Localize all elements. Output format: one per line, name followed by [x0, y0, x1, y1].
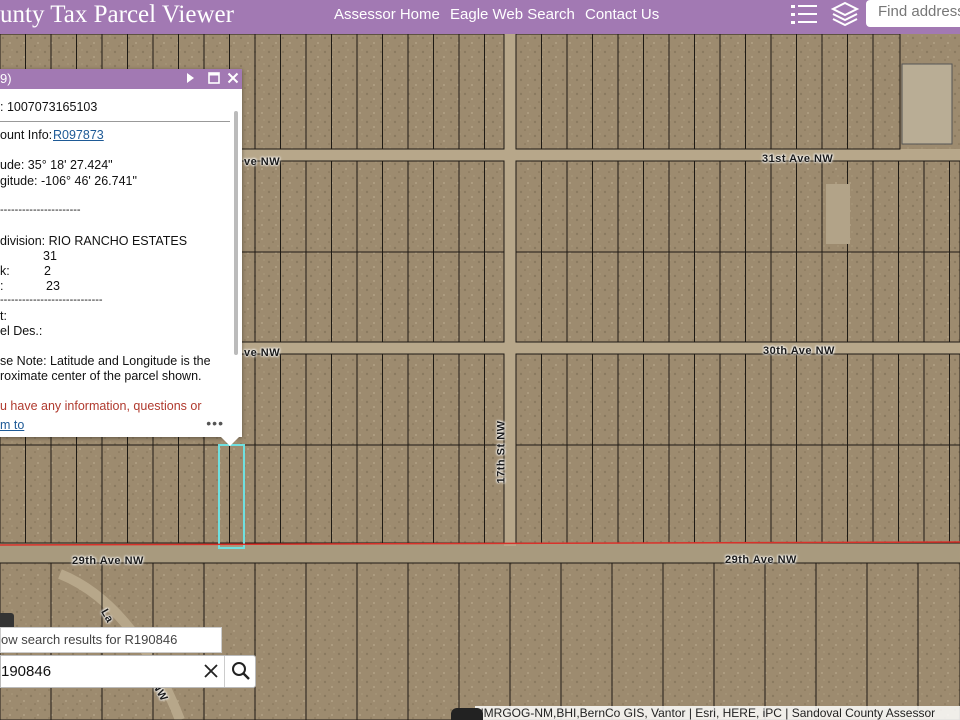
popup-body: : 1007073165103 ount Info: R097873 ude: …: [0, 89, 238, 437]
lot-label: :: [0, 279, 4, 293]
parcel-description-label: el Des.:: [0, 324, 43, 338]
next-icon[interactable]: [182, 70, 198, 86]
more-options-icon[interactable]: •••: [206, 415, 224, 431]
divider-text-1: ----------------------: [0, 204, 81, 216]
popup-scrollbar[interactable]: [234, 111, 238, 355]
close-icon[interactable]: [225, 70, 241, 86]
map-tool-button[interactable]: [0, 613, 14, 627]
popup-header: 9): [0, 69, 242, 89]
parcel-popup: 9) : 1007073165103 ount Info: R097873 ud…: [0, 69, 242, 437]
map-attribution: NMRGOG-NM,BHI,BernCo GIS, Vantor | Esri,…: [475, 706, 960, 720]
info-line: u have any information, questions or: [0, 399, 202, 413]
road-label-30th-left: ve NW: [244, 347, 281, 359]
block-value: 2: [44, 264, 51, 278]
road-label-31st: 31st Ave NW: [762, 153, 834, 165]
block-label: k:: [0, 264, 10, 278]
nav-contact-us[interactable]: Contact Us: [585, 6, 659, 23]
popup-title: 9): [0, 71, 12, 86]
road-label-29th-left: 29th Ave NW: [72, 555, 144, 567]
search-input[interactable]: 190846: [1, 663, 51, 680]
account-link[interactable]: R097873: [53, 128, 104, 142]
search-icon[interactable]: [224, 656, 257, 687]
note-line-2: roximate center of the parcel shown.: [0, 369, 202, 383]
popup-pointer: [220, 436, 240, 446]
building-lot: [901, 63, 953, 145]
list-icon[interactable]: [789, 0, 819, 30]
layers-icon[interactable]: [830, 0, 860, 30]
contact-link[interactable]: m to: [0, 418, 24, 432]
road-label-29th-right: 29th Ave NW: [725, 554, 797, 566]
clear-icon[interactable]: [199, 659, 223, 683]
app-title: unty Tax Parcel Viewer: [0, 1, 234, 28]
unit-value: 31: [43, 249, 57, 263]
road-label-17th: 17th St NW: [495, 420, 508, 484]
lot-value: 23: [46, 279, 60, 293]
nav-assessor-home[interactable]: Assessor Home: [334, 6, 440, 23]
road-label-30th: 30th Ave NW: [763, 345, 835, 357]
subdivision: division: RIO RANCHO ESTATES: [0, 234, 188, 248]
latitude: ude: 35° 18' 27.424": [0, 158, 113, 172]
road-29th: [0, 543, 960, 563]
divider-text-2: ----------------------------: [0, 294, 103, 306]
search-results-hint[interactable]: ow search results for R190846: [0, 627, 222, 653]
note-line-1: se Note: Latitude and Longitude is the: [0, 354, 211, 368]
account-info-label: ount Info:: [0, 128, 53, 142]
cleared-lot: [826, 184, 850, 244]
maximize-icon[interactable]: [206, 70, 222, 86]
nav-eagle-web-search[interactable]: Eagle Web Search: [450, 6, 575, 23]
app-header: unty Tax Parcel Viewer Assessor Home Eag…: [0, 0, 960, 34]
find-address-input[interactable]: Find address: [866, 0, 960, 27]
longitude: gitude: -106° 46' 26.741": [0, 174, 137, 188]
field-t: t:: [0, 309, 7, 323]
powered-by-logo: [451, 708, 483, 720]
road-label-31st-left: ve NW: [244, 156, 281, 168]
popup-divider: [0, 121, 230, 122]
parcel-search-box: 190846: [0, 655, 256, 688]
parcel-number: : 1007073165103: [0, 100, 98, 114]
